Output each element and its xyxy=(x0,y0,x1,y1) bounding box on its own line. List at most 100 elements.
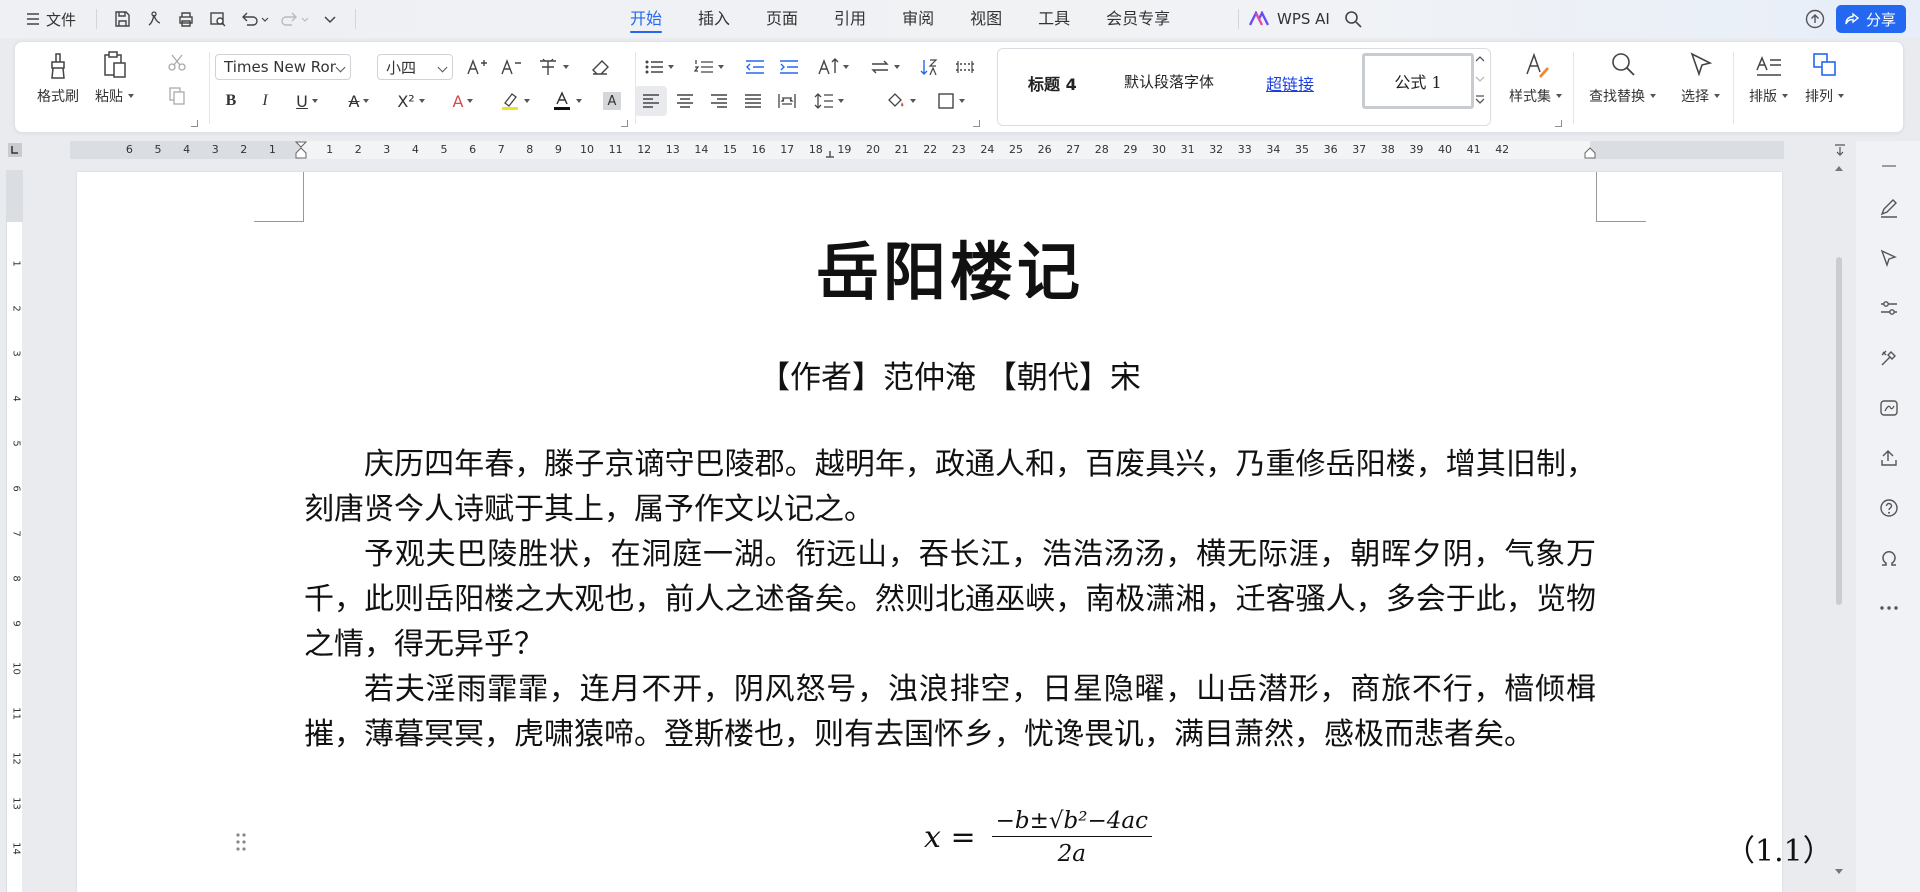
wps-ai-button[interactable]: WPS AI xyxy=(1232,0,1362,38)
select-button[interactable]: 选择 xyxy=(1681,50,1720,106)
redo-icon[interactable] xyxy=(277,6,311,32)
right-indent-marker[interactable] xyxy=(1584,141,1596,159)
undo-icon[interactable] xyxy=(237,6,271,32)
file-menu[interactable]: 文件 xyxy=(18,5,84,33)
share-button[interactable]: 分享 xyxy=(1835,5,1906,33)
distributed-button[interactable] xyxy=(775,88,799,114)
tab-0[interactable]: 开始 xyxy=(612,0,680,38)
underline-icon: U xyxy=(296,91,308,111)
scrollbar-thumb[interactable] xyxy=(1836,257,1842,605)
save-icon[interactable] xyxy=(109,6,135,32)
style-formula-1[interactable]: 公式 1 xyxy=(1362,53,1474,109)
justify-button[interactable] xyxy=(741,88,765,114)
arrange-button[interactable]: 排列 xyxy=(1805,50,1844,106)
output-pdf-icon[interactable] xyxy=(141,6,167,32)
gallery-expand-icon[interactable] xyxy=(1475,95,1485,105)
tab-7[interactable]: 会员专享 xyxy=(1088,0,1188,38)
gallery-down-icon[interactable] xyxy=(1475,75,1485,83)
show-marks-button[interactable] xyxy=(953,54,977,80)
styles-button[interactable]: 样式集 xyxy=(1509,50,1562,106)
pen-edit-icon[interactable] xyxy=(1876,195,1902,221)
scroll-up-icon[interactable] xyxy=(1835,165,1843,171)
tools-icon[interactable] xyxy=(1876,345,1902,371)
style-default-paragraph-font[interactable]: 默认段落字体 xyxy=(1124,71,1214,92)
equation[interactable]: x = −b±√b²−4ac 2a xyxy=(924,808,1152,867)
vertical-ruler-number: 6 xyxy=(10,485,22,492)
symbol-omega-icon[interactable] xyxy=(1876,545,1902,571)
vertical-ruler[interactable]: 1 2 3 4 5 6 7 8 9 10 11 12 13 14 xyxy=(6,170,23,892)
ruler-number: 5 xyxy=(154,143,162,156)
line-spacing-button[interactable] xyxy=(811,88,847,114)
bold-button[interactable]: B xyxy=(221,88,241,114)
clipboard-dialog-launcher[interactable] xyxy=(191,120,198,127)
grow-font-button[interactable] xyxy=(465,54,489,80)
shrink-font-button[interactable] xyxy=(499,54,523,80)
strikethrough-button[interactable]: A xyxy=(341,88,377,114)
adjust-sliders-icon[interactable] xyxy=(1876,295,1902,321)
align-center-button[interactable] xyxy=(673,88,697,114)
gallery-up-icon[interactable] xyxy=(1475,55,1485,63)
paragraph-dialog-launcher[interactable] xyxy=(973,120,980,127)
tab-stop-selector[interactable] xyxy=(8,143,22,157)
char-shading-button[interactable]: A xyxy=(601,88,623,114)
shading-button[interactable] xyxy=(881,88,921,114)
cloud-sync-icon[interactable] xyxy=(1804,9,1826,29)
layout-button[interactable]: 排版 xyxy=(1749,50,1788,106)
document-page[interactable]: 岳阳楼记 【作者】范仲淹 【朝代】宋 庆历四年春，滕子京谪守巴陵郡。越明年，政通… xyxy=(77,172,1833,892)
copy-icon[interactable] xyxy=(167,86,187,106)
tab-3[interactable]: 引用 xyxy=(816,0,884,38)
sort-convert-button[interactable] xyxy=(867,54,903,80)
scroll-down-icon[interactable] xyxy=(1835,869,1843,875)
text-direction-button[interactable] xyxy=(815,54,851,80)
ruler-number: 6 xyxy=(469,143,477,156)
writing-assistant-icon[interactable] xyxy=(1876,395,1902,421)
collapse-sidebar-icon[interactable] xyxy=(1876,153,1902,179)
align-left-button[interactable] xyxy=(635,86,667,116)
sort-button[interactable] xyxy=(917,54,941,80)
tab-6[interactable]: 工具 xyxy=(1020,0,1088,38)
style-hyperlink[interactable]: 超链接 xyxy=(1266,71,1314,95)
more-options-icon[interactable] xyxy=(1876,595,1902,621)
font-dialog-launcher[interactable] xyxy=(621,120,628,127)
tab-1[interactable]: 插入 xyxy=(680,0,748,38)
help-icon[interactable] xyxy=(1876,495,1902,521)
tab-stop-marker[interactable] xyxy=(825,141,835,159)
align-right-button[interactable] xyxy=(707,88,731,114)
decrease-indent-button[interactable] xyxy=(743,54,767,80)
style-heading-4[interactable]: 标题 4 xyxy=(1028,71,1077,95)
superscript-button[interactable]: X² xyxy=(393,88,429,114)
tab-4[interactable]: 审阅 xyxy=(884,0,952,38)
clear-format-button[interactable] xyxy=(587,54,613,80)
borders-button[interactable] xyxy=(933,88,969,114)
font-color-button[interactable] xyxy=(549,88,585,114)
print-preview-icon[interactable] xyxy=(205,6,231,32)
first-line-indent-marker[interactable] xyxy=(295,141,307,159)
styles-dialog-launcher[interactable] xyxy=(1555,120,1562,127)
cut-icon[interactable] xyxy=(167,52,187,72)
share-collab-icon[interactable] xyxy=(1876,445,1902,471)
underline-button[interactable]: U xyxy=(289,88,325,114)
highlight-button[interactable] xyxy=(497,88,533,114)
tab-5[interactable]: 视图 xyxy=(952,0,1020,38)
format-painter-button[interactable]: 格式刷 xyxy=(37,50,79,106)
tab-2[interactable]: 页面 xyxy=(748,0,816,38)
bullets-button[interactable] xyxy=(641,54,677,80)
drag-handle-icon[interactable] xyxy=(235,832,247,852)
select-pointer-icon[interactable] xyxy=(1876,245,1902,271)
more-chevron-icon[interactable] xyxy=(317,6,343,32)
increase-indent-button[interactable] xyxy=(777,54,801,80)
divider xyxy=(1573,52,1574,124)
select-label: 选择 xyxy=(1681,86,1720,106)
paste-button[interactable]: 粘贴 xyxy=(95,50,134,106)
italic-button[interactable]: I xyxy=(255,88,275,114)
phonetic-guide-button[interactable] xyxy=(535,54,571,80)
font-name-select[interactable]: Times New Roman xyxy=(215,54,351,80)
horizontal-ruler[interactable]: 6 5 4 3 2 1 1 2 3 4 5 6 7 8 9 10 11 12 13 14 15 16 17 18 19 20 21 2… xyxy=(70,141,1784,159)
vertical-scrollbar[interactable] xyxy=(1832,141,1846,892)
text-effect-button[interactable]: A xyxy=(445,88,481,114)
find-replace-button[interactable]: 查找替换 xyxy=(1589,50,1656,106)
font-size-select[interactable]: 小四 xyxy=(377,54,453,80)
print-icon[interactable] xyxy=(173,6,199,32)
numbering-button[interactable] xyxy=(691,54,727,80)
search-icon[interactable] xyxy=(1344,10,1362,28)
